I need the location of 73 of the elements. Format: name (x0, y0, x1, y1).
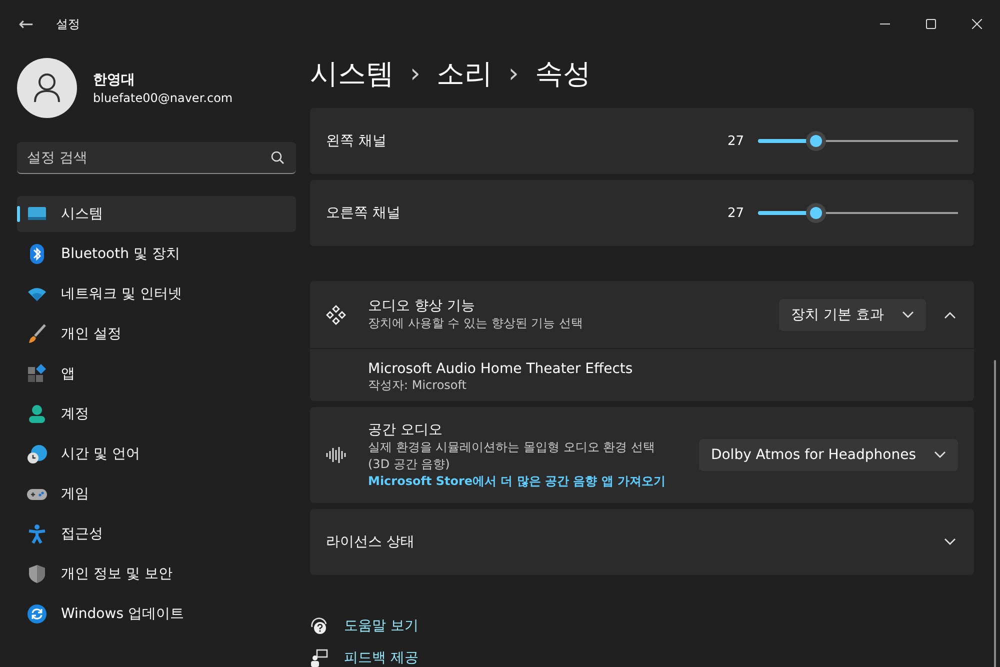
sound-wave-icon (326, 446, 346, 464)
user-email: bluefate00@naver.com (93, 91, 233, 105)
channel-reading: 27 (727, 134, 744, 148)
window-title: 설정 (56, 16, 80, 32)
nav-item[interactable]: 접근성 (17, 516, 296, 552)
nav-label: 시스템 (61, 205, 103, 223)
breadcrumb-separator: › (508, 59, 519, 89)
nav-item[interactable]: 게임 (17, 476, 296, 512)
store-link[interactable]: Microsoft Store에서 더 많은 공간 음향 앱 가져오기 (368, 474, 666, 488)
nav-label: 앱 (61, 365, 75, 383)
nav-item[interactable]: 앱 (17, 356, 296, 392)
nav-label: Windows 업데이트 (61, 605, 184, 623)
nav-item[interactable]: 네트워크 및 인터넷 (17, 276, 296, 312)
balance-slider[interactable] (758, 131, 958, 151)
breadcrumb-item: 속성 (534, 56, 591, 92)
spatial-dropdown[interactable]: Dolby Atmos for Headphones (698, 439, 958, 471)
nav-label: 개인 설정 (61, 325, 122, 343)
channel-label: 왼쪽 채널 (326, 132, 386, 150)
scrollbar[interactable] (994, 360, 996, 667)
breadcrumb-item[interactable]: 시스템 (310, 55, 394, 93)
sync-icon (27, 604, 47, 624)
nav-label: 계정 (61, 405, 89, 423)
footer-link[interactable]: 도움말 보기 (344, 617, 418, 635)
chevron-up-icon (944, 310, 956, 318)
setting-title: 공간 오디오 (368, 420, 444, 438)
breadcrumb-item[interactable]: 소리 (436, 55, 492, 93)
apps-icon (27, 364, 47, 384)
nav-item[interactable]: Bluetooth 및 장치 (17, 236, 296, 272)
shield-icon (27, 564, 47, 584)
back-button[interactable]: ← (8, 14, 44, 34)
globe-clock-icon (27, 444, 47, 464)
chevron-down-icon (934, 451, 946, 459)
breadcrumb-separator: › (410, 59, 420, 89)
accessibility-icon (27, 524, 47, 544)
slider-thumb[interactable] (806, 203, 826, 223)
help-icon (310, 617, 328, 635)
maximize-icon (926, 19, 936, 29)
setting-note: (3D 공간 음향) (368, 456, 451, 472)
close-icon (972, 19, 982, 29)
nav-item[interactable]: 계정 (17, 396, 296, 432)
nav-label: Bluetooth 및 장치 (61, 245, 180, 263)
nav-label: 시간 및 언어 (61, 445, 140, 463)
setting-description: 실제 환경을 시뮬레이션하는 몰입형 오디오 환경 선택 (368, 438, 656, 456)
sparkle-icon (326, 304, 346, 324)
feedback-icon (310, 649, 328, 667)
slider-thumb[interactable] (806, 131, 826, 151)
nav-label: 개인 정보 및 보안 (61, 565, 172, 583)
channel-label: 오른쪽 채널 (326, 204, 400, 222)
brush-icon (27, 324, 47, 344)
nav-item[interactable]: 시간 및 언어 (17, 436, 296, 472)
effect-publisher: 작성자: Microsoft (368, 377, 468, 394)
search-icon (271, 151, 284, 164)
nav-item[interactable]: 개인 정보 및 보안 (17, 556, 296, 592)
channel-reading: 27 (727, 206, 744, 220)
nav-label: 게임 (61, 485, 89, 503)
nav-label: 접근성 (61, 525, 103, 543)
setting-title: 오디오 향상 기능 (368, 297, 476, 315)
search-field[interactable]: 설정 검색 (17, 142, 296, 174)
person-icon (27, 404, 47, 424)
nav-item[interactable]: 시스템 (17, 196, 296, 232)
chevron-down-icon (944, 538, 956, 546)
user-name: 한영대 (93, 71, 136, 89)
setting-description: 장치에 사용할 수 있는 향상된 기능 선택 (368, 315, 583, 332)
nav-label: 네트워크 및 인터넷 (61, 285, 182, 303)
nav-item[interactable]: Windows 업데이트 (17, 596, 296, 632)
effect-name: Microsoft Audio Home Theater Effects (368, 361, 634, 377)
balance-slider[interactable] (758, 203, 958, 223)
chevron-down-icon (902, 310, 914, 318)
bluetooth-icon (27, 244, 47, 264)
nav-item[interactable]: 개인 설정 (17, 316, 296, 352)
setting-title: 라이선스 상태 (326, 533, 414, 551)
footer-link[interactable]: 피드백 제공 (344, 649, 418, 667)
effects-dropdown[interactable]: 장치 기본 효과 (779, 298, 926, 330)
